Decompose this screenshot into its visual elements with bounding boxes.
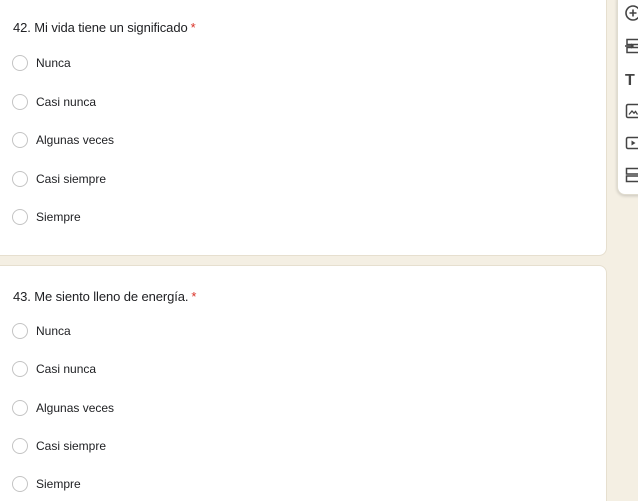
radio-button[interactable] bbox=[12, 132, 28, 148]
radio-option-casi-siempre[interactable]: Casi siempre bbox=[12, 169, 106, 189]
radio-option-casi-nunca[interactable]: Casi nunca bbox=[12, 359, 96, 379]
add-video-icon[interactable] bbox=[624, 134, 638, 152]
option-label: Nunca bbox=[36, 324, 71, 338]
radio-button[interactable] bbox=[12, 94, 28, 110]
option-label: Casi siempre bbox=[36, 439, 107, 453]
radio-option-algunas-veces[interactable]: Algunas veces bbox=[12, 130, 114, 150]
question-card-42: 42. Mi vida tiene un significado * Nunca … bbox=[0, 0, 607, 256]
option-label: Algunas veces bbox=[36, 401, 115, 415]
question-title: 42. Mi vida tiene un significado * bbox=[13, 20, 196, 35]
import-questions-icon[interactable] bbox=[624, 37, 638, 55]
required-asterisk: * bbox=[190, 20, 196, 35]
radio-button[interactable] bbox=[12, 209, 28, 225]
question-text: 42. Mi vida tiene un significado bbox=[13, 20, 188, 35]
option-label: Nunca bbox=[36, 56, 71, 70]
required-asterisk: * bbox=[191, 289, 197, 304]
question-text: 43. Me siento lleno de energía. bbox=[13, 289, 189, 304]
add-section-icon[interactable] bbox=[624, 166, 638, 184]
option-label: Casi nunca bbox=[36, 95, 97, 109]
radio-button[interactable] bbox=[12, 438, 28, 454]
add-title-icon[interactable]: T bbox=[624, 70, 638, 88]
radio-option-nunca[interactable]: Nunca bbox=[12, 321, 71, 341]
radio-option-siempre[interactable]: Siempre bbox=[12, 207, 81, 227]
question-card-43: 43. Me siento lleno de energía. * Nunca C… bbox=[0, 265, 607, 501]
radio-button[interactable] bbox=[12, 400, 28, 416]
question-title: 43. Me siento lleno de energía. * bbox=[13, 289, 196, 304]
form-page: 42. Mi vida tiene un significado * Nunca … bbox=[0, 0, 638, 501]
radio-button[interactable] bbox=[12, 55, 28, 71]
radio-option-nunca[interactable]: Nunca bbox=[12, 53, 71, 73]
radio-option-siempre[interactable]: Siempre bbox=[12, 474, 81, 494]
radio-option-algunas-veces[interactable]: Algunas veces bbox=[12, 398, 114, 418]
option-label: Algunas veces bbox=[36, 133, 115, 147]
option-label: Siempre bbox=[36, 210, 81, 224]
radio-button[interactable] bbox=[12, 171, 28, 187]
option-label: Casi siempre bbox=[36, 172, 107, 186]
option-label: Siempre bbox=[36, 477, 81, 491]
option-label: Casi nunca bbox=[36, 362, 97, 376]
add-image-icon[interactable] bbox=[624, 102, 638, 120]
title-glyph: T bbox=[625, 72, 635, 88]
radio-option-casi-siempre[interactable]: Casi siempre bbox=[12, 436, 106, 456]
radio-button[interactable] bbox=[12, 323, 28, 339]
radio-button[interactable] bbox=[12, 361, 28, 377]
radio-option-casi-nunca[interactable]: Casi nunca bbox=[12, 92, 96, 112]
add-question-icon[interactable] bbox=[624, 4, 638, 22]
radio-button[interactable] bbox=[12, 476, 28, 492]
floating-toolbar: T bbox=[617, 0, 638, 195]
